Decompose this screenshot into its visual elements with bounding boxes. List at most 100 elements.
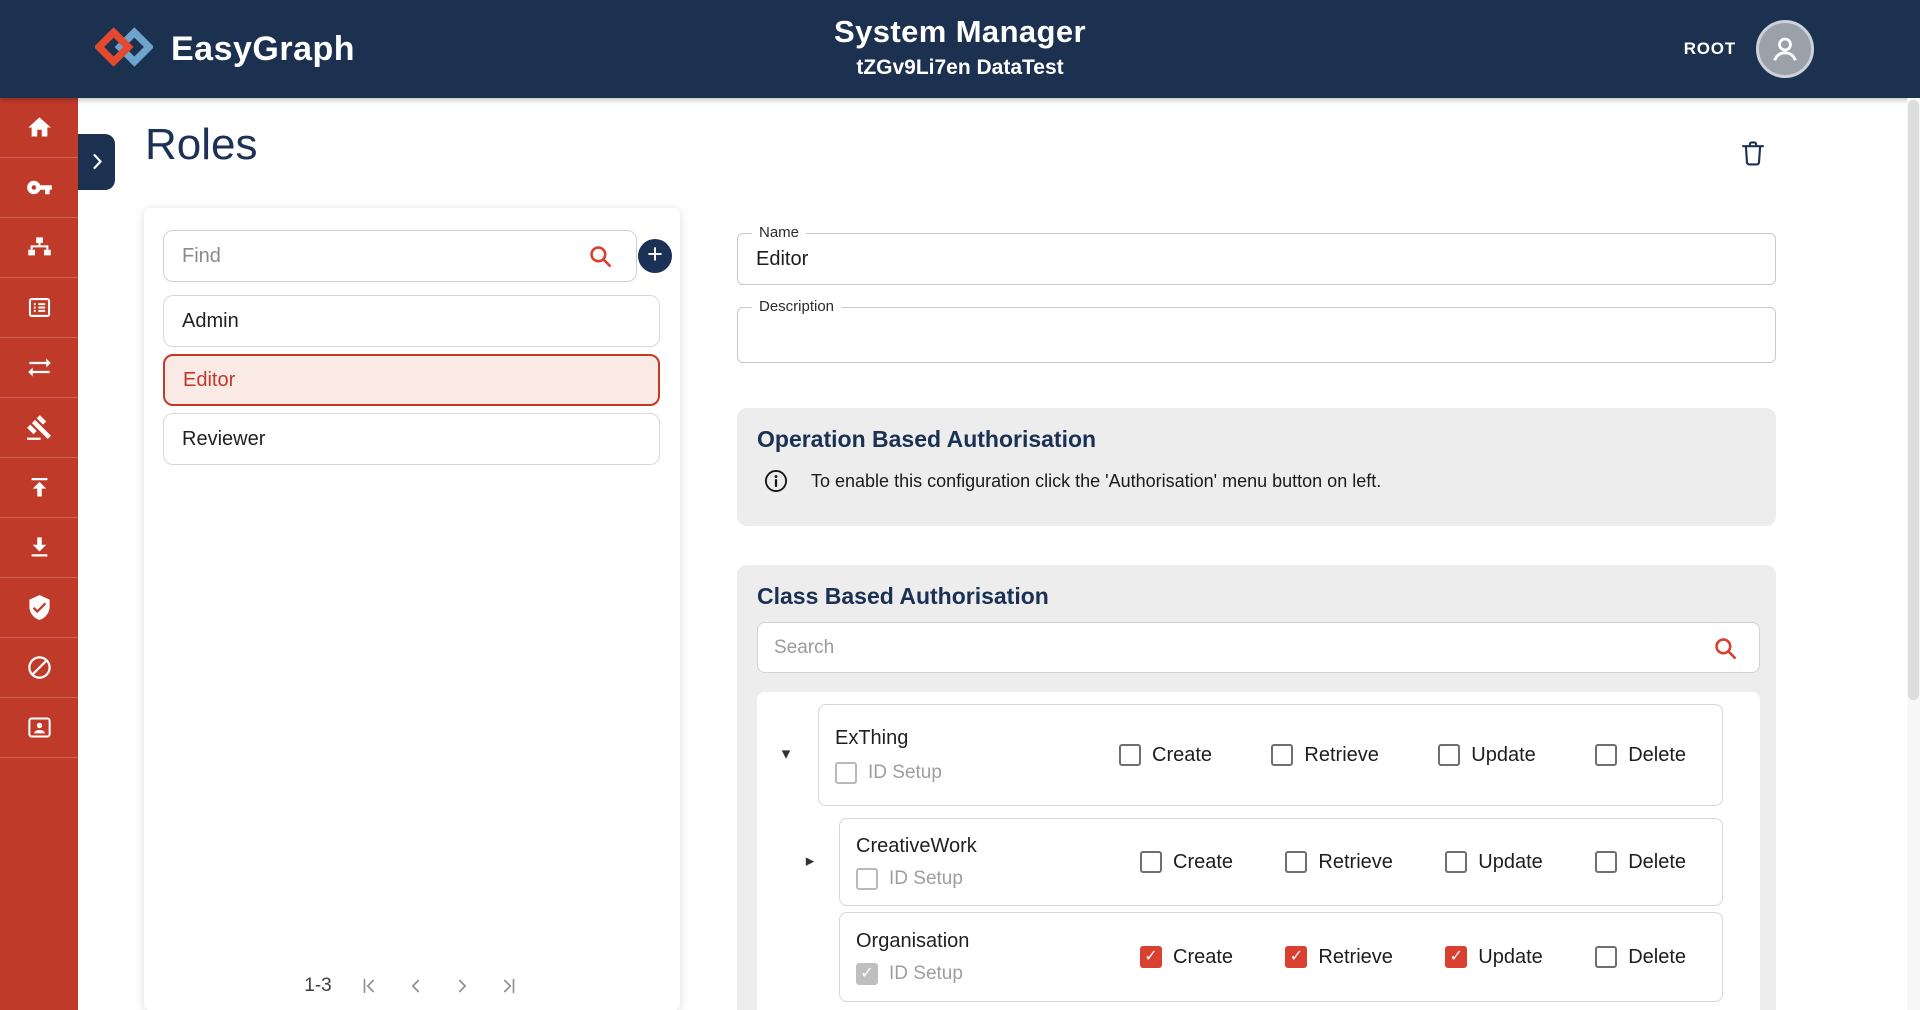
roles-list-panel: + Admin Editor Reviewer 1-3: [144, 208, 680, 1010]
sidebar-expand-tab[interactable]: [78, 134, 115, 190]
update-checkbox[interactable]: [1445, 851, 1467, 873]
find-input[interactable]: [163, 230, 637, 282]
info-icon: [763, 468, 789, 494]
form-list-icon: [26, 294, 53, 321]
class-search-input[interactable]: [757, 622, 1760, 673]
transfer-arrows-icon: [26, 354, 53, 381]
perm-label: Retrieve: [1304, 744, 1378, 767]
create-checkbox[interactable]: [1140, 946, 1162, 968]
description-field: Description: [737, 307, 1776, 363]
perm-label: Create: [1173, 851, 1233, 874]
class-authorisation-section: Class Based Authorisation ▾ ▸ ExThing ID…: [737, 565, 1776, 1010]
role-list-item[interactable]: Reviewer: [163, 413, 660, 465]
page-title: Roles: [145, 120, 258, 170]
sidebar-item-forms[interactable]: [0, 278, 78, 338]
id-setup-label: ID Setup: [889, 868, 963, 890]
search-icon[interactable]: [1712, 635, 1738, 661]
trash-icon: [1738, 138, 1768, 168]
brand-name: EasyGraph: [171, 30, 355, 69]
delete-role-button[interactable]: [1738, 138, 1772, 172]
perm-label: Retrieve: [1318, 851, 1392, 874]
perm-label: Update: [1471, 744, 1536, 767]
perm-label: Create: [1173, 946, 1233, 969]
retrieve-checkbox[interactable]: [1285, 851, 1307, 873]
class-row-organisation: Organisation ID Setup Create Retrieve Up…: [839, 912, 1723, 1002]
key-icon: [26, 174, 53, 201]
page-range-label: 1-3: [304, 975, 331, 997]
sidebar-item-upload[interactable]: [0, 458, 78, 518]
delete-checkbox[interactable]: [1595, 946, 1617, 968]
delete-checkbox[interactable]: [1595, 851, 1617, 873]
sidebar-item-block[interactable]: [0, 638, 78, 698]
sidebar-item-transfer[interactable]: [0, 338, 78, 398]
name-field-label: Name: [752, 224, 806, 241]
perm-label: Delete: [1628, 946, 1686, 969]
scrollbar-thumb[interactable]: [1908, 100, 1919, 700]
id-setup-label: ID Setup: [868, 762, 942, 784]
header-titles: System Manager tZGv9Li7en DataTest: [834, 14, 1086, 80]
retrieve-checkbox[interactable]: [1271, 744, 1293, 766]
sidebar-item-rules[interactable]: [0, 398, 78, 458]
delete-checkbox[interactable]: [1595, 744, 1617, 766]
retrieve-checkbox[interactable]: [1285, 946, 1307, 968]
class-name: ExThing: [835, 727, 942, 750]
app-title: System Manager: [834, 14, 1086, 50]
sidebar-item-home[interactable]: [0, 98, 78, 158]
easygraph-logo: [95, 24, 153, 75]
class-row-exthing: ExThing ID Setup Create Retrieve Update …: [818, 704, 1723, 806]
home-icon: [26, 114, 53, 141]
add-role-button[interactable]: +: [638, 239, 672, 273]
class-name: Organisation: [856, 930, 969, 953]
app-header: EasyGraph System Manager tZGv9Li7en Data…: [0, 0, 1920, 98]
sidebar-item-accounts[interactable]: [0, 698, 78, 758]
sidebar-item-download[interactable]: [0, 518, 78, 578]
user-avatar-icon[interactable]: [1756, 20, 1814, 78]
download-icon: [26, 534, 53, 561]
operation-authorisation-section: Operation Based Authorisation To enable …: [737, 408, 1776, 526]
upload-icon: [26, 474, 53, 501]
caret-collapsed-icon[interactable]: ▸: [800, 851, 820, 871]
operation-section-title: Operation Based Authorisation: [757, 426, 1096, 453]
caret-expand-icon[interactable]: ▾: [776, 744, 796, 764]
class-row-creativework: CreativeWork ID Setup Create Retrieve Up…: [839, 818, 1723, 906]
description-field-label: Description: [752, 298, 841, 315]
create-checkbox[interactable]: [1119, 744, 1141, 766]
name-input[interactable]: [738, 234, 1775, 284]
pagination: 1-3: [144, 974, 680, 998]
user-label: ROOT: [1684, 39, 1736, 59]
id-setup-checkbox[interactable]: [835, 762, 857, 784]
block-icon: [26, 654, 53, 681]
first-page-icon[interactable]: [358, 974, 382, 998]
plus-icon: +: [647, 241, 663, 268]
operation-info-text: To enable this configuration click the '…: [811, 471, 1381, 492]
update-checkbox[interactable]: [1438, 744, 1460, 766]
search-icon[interactable]: [587, 243, 613, 269]
sidebar-item-security[interactable]: [0, 578, 78, 638]
update-checkbox[interactable]: [1445, 946, 1467, 968]
next-page-icon[interactable]: [450, 974, 474, 998]
scrollbar[interactable]: [1907, 98, 1920, 1010]
sidebar-item-hierarchy[interactable]: [0, 218, 78, 278]
class-name: CreativeWork: [856, 835, 977, 858]
perm-label: Create: [1152, 744, 1212, 767]
id-badge-icon: [26, 714, 53, 741]
role-list-item[interactable]: Editor: [163, 354, 660, 406]
class-section-title: Class Based Authorisation: [757, 583, 1049, 610]
id-setup-checkbox[interactable]: [856, 868, 878, 890]
class-tree: ▾ ▸ ExThing ID Setup Create Retrieve Upd…: [757, 692, 1760, 1010]
description-input[interactable]: [738, 308, 1775, 362]
shield-check-icon: [26, 594, 53, 621]
role-list-item[interactable]: Admin: [163, 295, 660, 347]
perm-label: Update: [1478, 851, 1543, 874]
sidebar-item-roles[interactable]: [0, 158, 78, 218]
create-checkbox[interactable]: [1140, 851, 1162, 873]
sidebar-nav: [0, 98, 78, 1010]
last-page-icon[interactable]: [496, 974, 520, 998]
app-subtitle: tZGv9Li7en DataTest: [834, 56, 1086, 80]
id-setup-label: ID Setup: [889, 963, 963, 985]
prev-page-icon[interactable]: [404, 974, 428, 998]
hierarchy-icon: [26, 234, 53, 261]
chevron-right-icon: [87, 150, 107, 174]
role-item-label: Reviewer: [182, 428, 265, 451]
id-setup-checkbox[interactable]: [856, 963, 878, 985]
